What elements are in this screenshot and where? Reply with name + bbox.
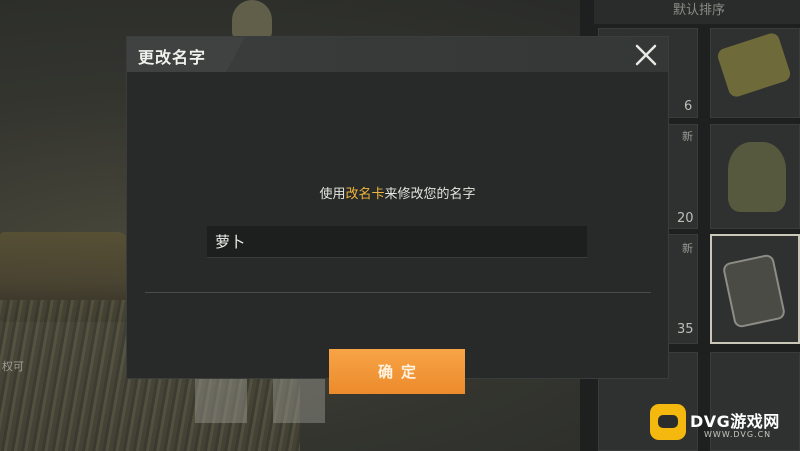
instruction-text: 使用改名卡来修改您的名字: [127, 183, 668, 202]
watermark-url: WWW.DVG.CN: [704, 430, 772, 439]
dialog-title: 更改名字: [138, 48, 207, 67]
instruction-prefix: 使用: [319, 187, 346, 202]
close-button[interactable]: [631, 40, 661, 70]
rice-dumpling-icon: [728, 142, 786, 212]
watermark: DVG游戏网 WWW.DVG.CN: [648, 400, 800, 451]
dialog-body: 使用改名卡来修改您的名字 确定: [127, 72, 668, 394]
rename-dialog: 更改名字 使用改名卡来修改您的名字 确定: [127, 37, 668, 394]
background-hint-text: 权可: [2, 360, 24, 373]
character-image: [232, 0, 272, 40]
slot-count: 35: [677, 322, 694, 337]
confirm-button[interactable]: 确定: [329, 349, 465, 394]
watermark-logo-icon: [650, 404, 686, 440]
sort-dropdown[interactable]: 默认排序: [594, 0, 800, 24]
character-legs-image: [195, 378, 325, 423]
slot-count: 6: [684, 99, 693, 114]
name-input[interactable]: [207, 226, 587, 258]
close-icon: [635, 44, 657, 66]
slot-count: 20: [677, 211, 694, 226]
new-badge: 新: [682, 242, 693, 255]
rename-card-link: 改名卡: [345, 187, 385, 202]
watermark-brand: DVG游戏网: [690, 412, 780, 431]
new-badge: 新: [682, 130, 693, 143]
instruction-suffix: 来修改您的名字: [384, 187, 476, 202]
divider: [145, 292, 651, 293]
dialog-header: 更改名字: [127, 37, 668, 72]
